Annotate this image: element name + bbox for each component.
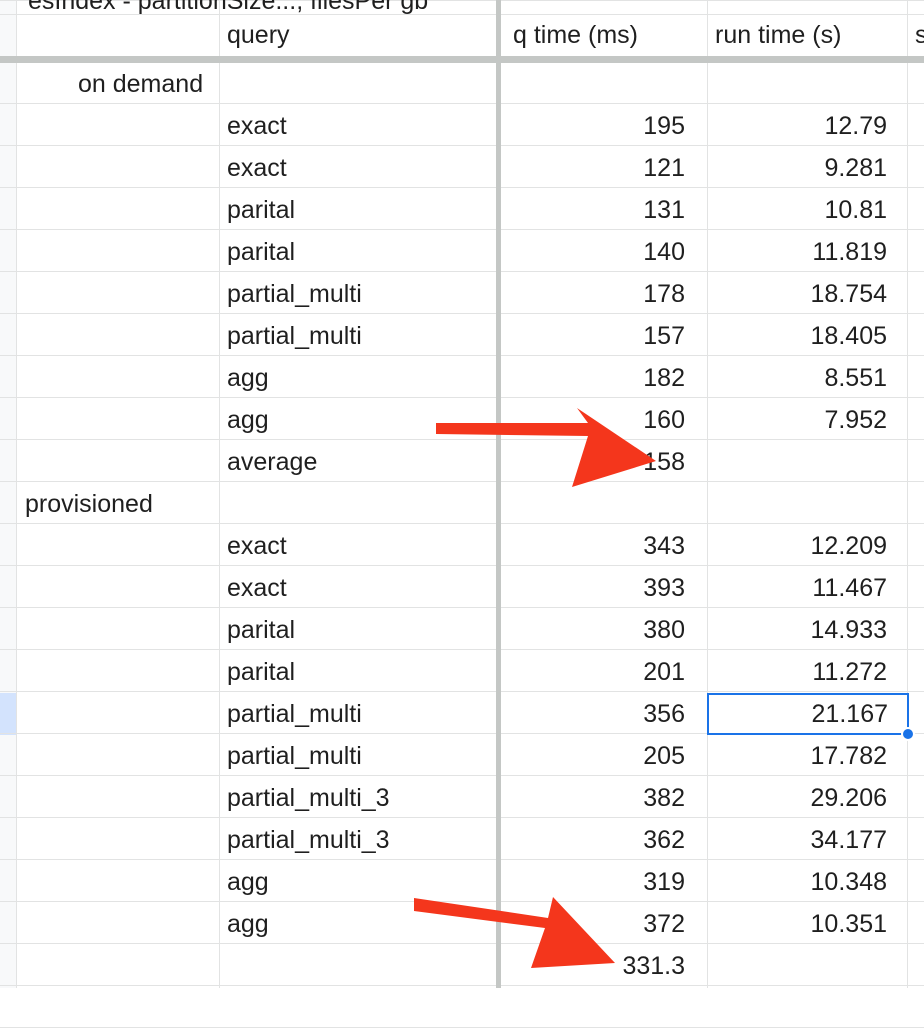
red-arrow-to-average: [436, 408, 656, 487]
spreadsheet-grid[interactable]: esIndex - partitionSize..., filesPer gb …: [0, 0, 924, 1028]
red-arrow-to-total-average: [414, 897, 615, 968]
annotation-arrows: [414, 408, 656, 968]
